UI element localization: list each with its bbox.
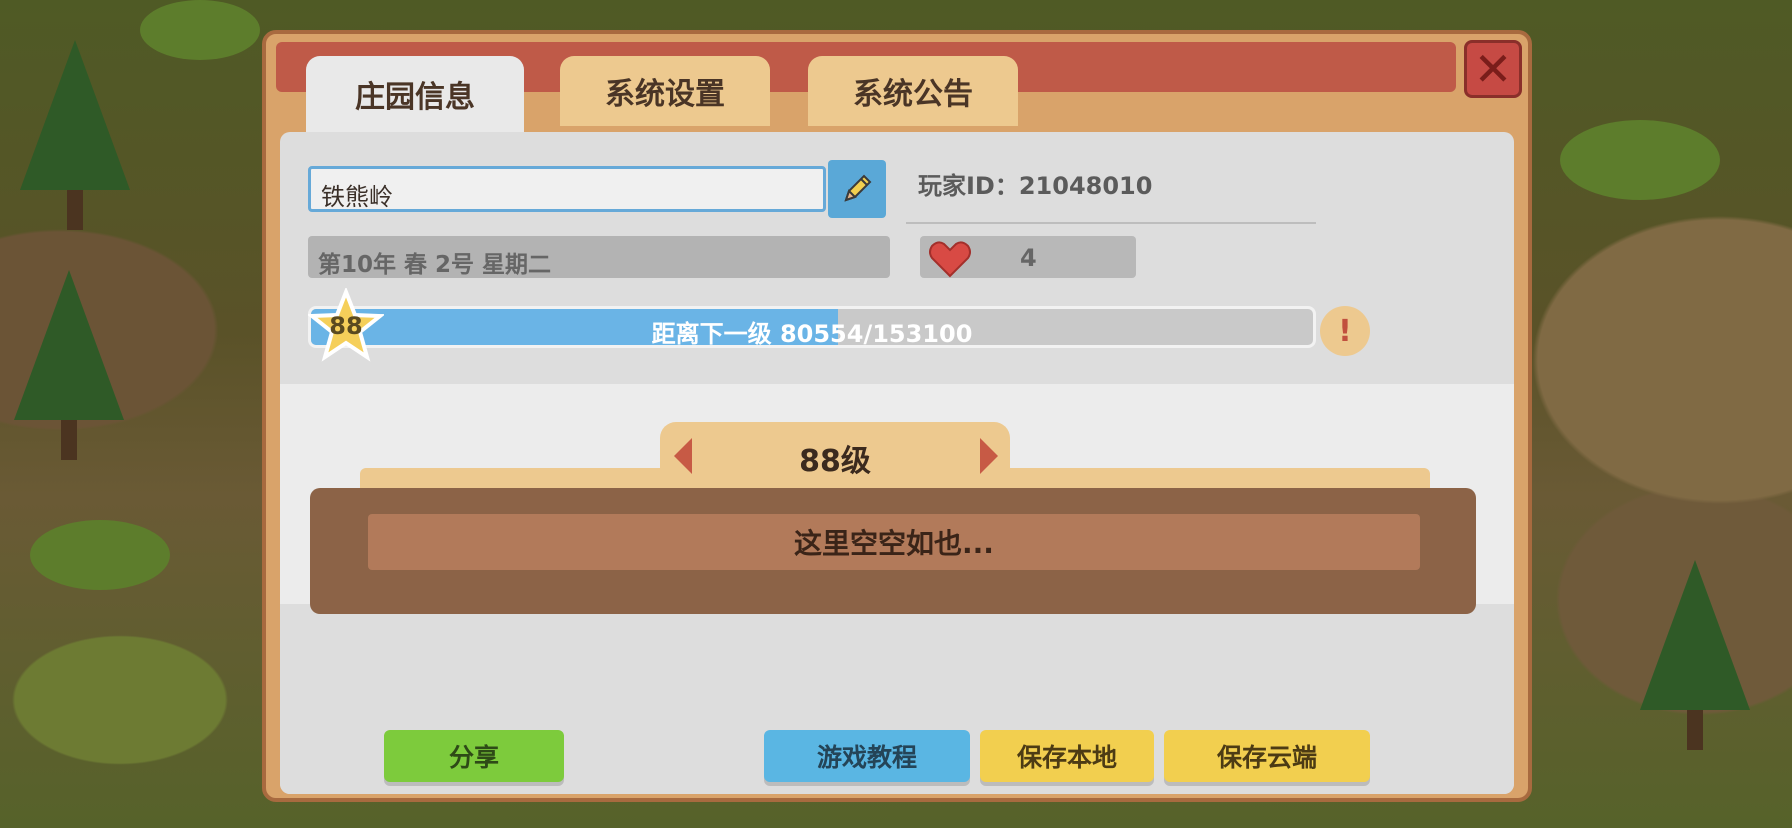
- bush: [1560, 120, 1720, 200]
- exclamation-icon: !: [1338, 313, 1352, 349]
- info-button[interactable]: !: [1320, 306, 1370, 356]
- close-button[interactable]: ✕: [1464, 40, 1522, 98]
- pencil-icon: [844, 174, 872, 202]
- pine-tree: [20, 40, 130, 230]
- heart-icon: [929, 241, 971, 278]
- player-id: 玩家ID：21048010: [918, 172, 1153, 200]
- bush: [140, 0, 260, 60]
- save-local-button[interactable]: 保存本地: [980, 730, 1154, 782]
- hearts-counter: 4: [920, 236, 1136, 278]
- level-number: 88: [329, 312, 363, 340]
- rewards-empty-text: 这里空空如也...: [368, 514, 1420, 570]
- close-icon: ✕: [1473, 42, 1513, 96]
- game-date: 第10年 春 2号 星期二: [308, 236, 890, 278]
- experience-text: 距离下一级 80554/153100: [651, 320, 973, 348]
- tab-system-settings[interactable]: 系统设置: [560, 56, 770, 126]
- share-button[interactable]: 分享: [384, 730, 564, 782]
- save-cloud-button[interactable]: 保存云端: [1164, 730, 1370, 782]
- farm-name-input[interactable]: 铁熊岭: [308, 166, 826, 212]
- bush: [30, 520, 170, 590]
- tab-system-notice[interactable]: 系统公告: [808, 56, 1018, 126]
- tab-farm-info[interactable]: 庄园信息: [306, 56, 524, 132]
- level-selector-label: 88级: [799, 444, 871, 479]
- heart-count: 4: [1020, 244, 1037, 272]
- pine-tree: [1640, 560, 1750, 750]
- pine-tree: [14, 270, 124, 460]
- content-panel: 铁熊岭 玩家ID：21048010 第10年 春 2号 星期二 4 距离下一级 …: [280, 132, 1514, 794]
- farm-info-dialog: ✕ 庄园信息 系统设置 系统公告 铁熊岭 玩家ID：21048010 第10年 …: [262, 30, 1532, 802]
- experience-bar: 距离下一级 80554/153100: [308, 306, 1316, 348]
- tutorial-button[interactable]: 游戏教程: [764, 730, 970, 782]
- next-level-arrow-icon[interactable]: [980, 438, 998, 474]
- divider: [906, 222, 1316, 224]
- edit-name-button[interactable]: [828, 160, 886, 218]
